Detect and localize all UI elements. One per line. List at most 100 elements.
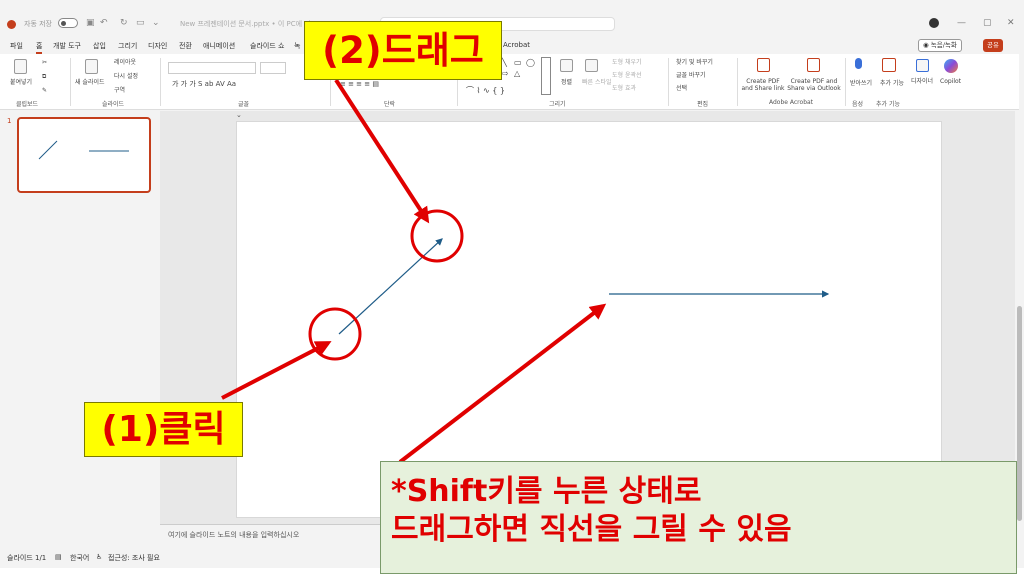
accessibility-icon[interactable]: ♿	[96, 553, 102, 561]
designer-button-label[interactable]: 디자이너	[911, 78, 933, 85]
copilot-icon[interactable]	[944, 59, 958, 73]
ribbon-divider	[160, 58, 161, 106]
document-title: New 프레젠테이션 문서.pptx • 이 PC에 저…	[180, 20, 318, 28]
autosave-label: 자동 저장	[24, 20, 52, 28]
rectangle-shape-icon[interactable]: ▭	[514, 58, 522, 67]
arrange-icon[interactable]	[560, 59, 573, 72]
tab-insert[interactable]: 삽입	[93, 41, 106, 51]
create-pdf-link-button[interactable]: Create PDF and Share link	[741, 78, 785, 92]
powerpoint-window: 자동 저장 ▣ ↶ ↻ ▭ ⌄ New 프레젠테이션 문서.pptx • 이 P…	[0, 0, 1024, 576]
shape-outline-button[interactable]: 도형 윤곽선	[612, 72, 642, 79]
slide-shapes	[338, 238, 830, 335]
create-pdf-outlook-icon[interactable]	[807, 58, 820, 72]
oval-shape-icon[interactable]: ◯	[526, 58, 535, 67]
triangle-shape-icon[interactable]: △	[514, 69, 520, 78]
tab-record[interactable]: 녹	[294, 41, 300, 51]
thumbnail-preview	[38, 140, 129, 160]
minimize-button[interactable]: —	[957, 18, 966, 28]
font-name-select[interactable]	[168, 62, 256, 74]
tab-acrobat[interactable]: Acrobat	[503, 41, 530, 49]
create-pdf-link-icon[interactable]	[757, 58, 770, 72]
notes-placeholder: 여기에 슬라이드 노트의 내용을 입력하십시오	[168, 531, 300, 539]
ribbon-collapse-icon[interactable]: ⌄	[236, 111, 242, 119]
cut-icon[interactable]: ✂	[42, 59, 47, 66]
addins-group-label: 추가 기능	[876, 101, 900, 108]
autosave-toggle[interactable]	[58, 18, 78, 28]
tab-design[interactable]: 디자인	[148, 41, 167, 51]
ribbon-divider	[668, 58, 669, 106]
language-indicator[interactable]: 한국어	[70, 553, 89, 563]
section-button[interactable]: 구역	[114, 87, 125, 94]
tab-animations[interactable]: 애니메이션	[203, 41, 235, 51]
acrobat-group-label: Adobe Acrobat	[769, 99, 814, 106]
arrange-button-label[interactable]: 정렬	[561, 79, 572, 86]
font-format-icons[interactable]: 가 가 가 S ab AV Aa	[172, 81, 236, 88]
shape-effects-button[interactable]: 도형 효과	[612, 85, 636, 92]
tab-home[interactable]: 홈	[36, 41, 43, 54]
font-group-label: 글꼴	[238, 101, 250, 108]
tab-slideshow[interactable]: 슬라이드 쇼	[250, 41, 284, 51]
dictate-button-label[interactable]: 받아쓰기	[850, 80, 872, 87]
shape-fill-button[interactable]: 도형 채우기	[612, 59, 642, 66]
redo-icon[interactable]: ↻	[120, 18, 128, 28]
tab-draw[interactable]: 그리기	[118, 41, 137, 51]
tab-file[interactable]: 파일	[10, 41, 23, 51]
addins-icon[interactable]	[882, 58, 896, 72]
accessibility-status[interactable]: 접근성: 조사 필요	[108, 553, 160, 563]
create-pdf-outlook-button[interactable]: Create PDF and Share via Outlook	[786, 78, 842, 92]
title-bar: 자동 저장 ▣ ↶ ↻ ▭ ⌄ New 프레젠테이션 문서.pptx • 이 P…	[0, 12, 1024, 36]
voice-group-label: 음성	[852, 101, 864, 108]
shift-tip-line-2: 드래그하면 직선을 그릴 수 있음	[391, 512, 792, 547]
ribbon-divider	[845, 58, 846, 106]
spellcheck-icon[interactable]: ▤	[55, 553, 62, 561]
quick-styles-icon[interactable]	[585, 59, 598, 72]
paragraph-group-label: 단락	[384, 101, 396, 108]
quick-styles-button-label[interactable]: 빠른 스타일	[582, 79, 612, 86]
customize-qat-icon[interactable]: ⌄	[152, 18, 160, 28]
copy-icon[interactable]: ⧉	[42, 73, 46, 80]
close-button[interactable]: ✕	[1007, 18, 1015, 28]
shift-tip-box: *Shift키를 누른 상태로 드래그하면 직선을 그릴 수 있음	[380, 461, 1017, 574]
ribbon-divider	[70, 58, 71, 106]
font-size-select[interactable]	[260, 62, 286, 74]
slide-number: 1	[7, 117, 12, 125]
shapes-gallery-scroll[interactable]	[541, 57, 551, 95]
paste-icon[interactable]	[14, 59, 27, 74]
replace-font-button[interactable]: 글꼴 바꾸기	[676, 72, 706, 79]
copilot-button-label[interactable]: Copilot	[940, 78, 961, 85]
scrollbar-thumb[interactable]	[1017, 306, 1022, 521]
save-icon[interactable]: ▣	[86, 18, 95, 28]
layout-button[interactable]: 레이아웃	[114, 59, 136, 66]
tab-developer[interactable]: 개발 도구	[53, 41, 81, 51]
freeform-shapes-icon[interactable]: ⌒ ⌇ ∿ { }	[466, 85, 505, 96]
format-painter-icon[interactable]: ✎	[42, 87, 47, 94]
slide-canvas[interactable]	[236, 121, 942, 518]
slide-counter: 슬라이드 1/1	[7, 554, 47, 562]
ribbon-divider	[737, 58, 738, 106]
microphone-icon[interactable]	[855, 58, 862, 69]
line-shape-icon[interactable]: ╲	[502, 58, 507, 67]
tab-transitions[interactable]: 전환	[179, 41, 192, 51]
drag-step-callout: (2)드래그	[304, 21, 502, 80]
powerpoint-logo-icon	[7, 20, 16, 29]
record-button[interactable]: ◉ 녹음/녹화	[918, 39, 962, 52]
paragraph-align-icons[interactable]: ≡ ≡ ≡ ≡ ▤	[340, 81, 379, 88]
maximize-button[interactable]: ▢	[983, 18, 992, 28]
paste-button-label[interactable]: 붙여넣기	[10, 79, 32, 86]
avatar[interactable]	[929, 18, 939, 28]
new-slide-icon[interactable]	[85, 59, 98, 74]
shift-tip-line-1: *Shift키를 누른 상태로	[391, 474, 702, 509]
share-button[interactable]: 공유	[983, 39, 1003, 52]
addins-button-label[interactable]: 추가 기능	[880, 80, 904, 87]
designer-icon[interactable]	[916, 59, 929, 72]
diagonal-arrow-line[interactable]	[338, 238, 443, 335]
reset-button[interactable]: 다시 설정	[114, 73, 138, 80]
select-button[interactable]: 선택	[676, 85, 687, 92]
new-slide-button-label[interactable]: 새 슬라이드	[75, 79, 105, 86]
slideshow-start-icon[interactable]: ▭	[136, 18, 145, 28]
arrow-shape-icon[interactable]: ⇨	[502, 69, 509, 78]
slide-thumbnail-1[interactable]	[17, 117, 151, 193]
undo-icon[interactable]: ↶	[100, 18, 108, 28]
slide-thumbnail-pane: 1	[0, 111, 160, 548]
find-replace-button[interactable]: 찾기 및 바꾸기	[676, 59, 713, 66]
